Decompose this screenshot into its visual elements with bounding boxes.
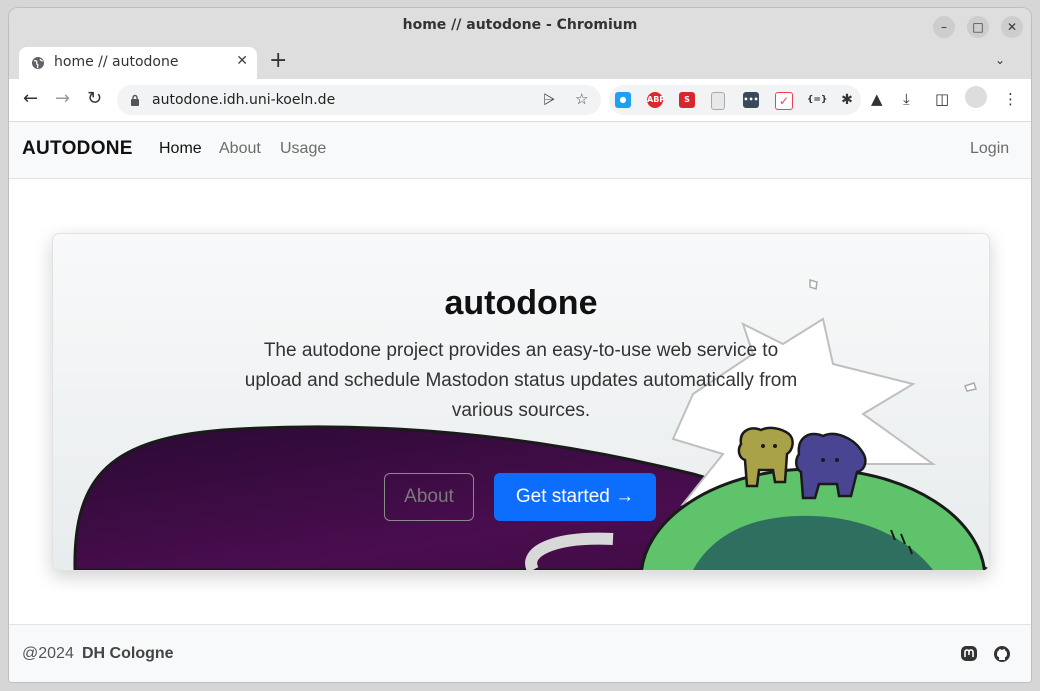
share-icon[interactable]: ⩥ — [543, 90, 555, 108]
mastodon-icon[interactable] — [960, 645, 978, 663]
brand-logo[interactable]: AUTODONE — [22, 138, 133, 160]
new-tab-button[interactable]: + — [269, 49, 287, 73]
get-started-button[interactable]: Get started → — [494, 473, 656, 521]
pocket-icon[interactable]: ✓ — [775, 92, 793, 110]
extensions-area: ● ABP S ••• ✓ {=} ✱ — [609, 85, 861, 115]
s-extension-icon[interactable]: S — [679, 92, 695, 108]
address-bar[interactable]: autodone.idh.uni-koeln.de ⩥ ☆ — [117, 85, 601, 115]
tab-home[interactable]: home // autodone ✕ — [19, 47, 257, 79]
title-bar: home // autodone - Chromium – □ ✕ — [9, 8, 1031, 45]
site-navbar: AUTODONE Home About Usage Login — [9, 122, 1031, 179]
document-extension-icon[interactable] — [711, 92, 725, 110]
back-button[interactable]: ← — [23, 89, 38, 109]
maximize-button[interactable]: □ — [967, 16, 989, 38]
url-text: autodone.idh.uni-koeln.de — [152, 92, 336, 108]
forward-button[interactable]: → — [55, 89, 70, 109]
side-panel-icon[interactable]: ◫ — [935, 90, 949, 108]
json-extension-icon[interactable]: {=} — [807, 92, 827, 108]
adblock-plus-icon[interactable]: ABP — [647, 92, 665, 108]
github-icon[interactable] — [993, 645, 1011, 663]
web-page: AUTODONE Home About Usage Login autodone… — [9, 122, 1031, 682]
tab-strip: home // autodone ✕ + ⌄ — [9, 45, 1031, 79]
browser-window: home // autodone - Chromium – □ ✕ home /… — [9, 8, 1031, 682]
org-name: DH Cologne — [82, 645, 174, 662]
dots-extension-icon[interactable]: ••• — [743, 92, 759, 108]
hero-card: autodone The autodone project provides a… — [52, 233, 990, 571]
hero-title: autodone — [444, 284, 598, 322]
nav-home[interactable]: Home — [159, 140, 202, 158]
lock-icon — [131, 94, 139, 106]
nav-usage[interactable]: Usage — [280, 140, 326, 158]
browser-toolbar: ← → ↻ autodone.idh.uni-koeln.de ⩥ ☆ ● AB… — [9, 79, 1031, 122]
login-link[interactable]: Login — [970, 140, 1009, 158]
menu-kebab-icon[interactable]: ⋮ — [1003, 90, 1018, 108]
debris-mark — [964, 382, 977, 392]
copyright-text: @2024 — [22, 645, 74, 662]
reload-button[interactable]: ↻ — [87, 89, 102, 109]
nav-about[interactable]: About — [219, 140, 261, 158]
about-button[interactable]: About — [384, 473, 474, 521]
download-icon[interactable]: ⤓ — [903, 90, 910, 108]
minimize-button[interactable]: – — [933, 16, 955, 38]
window-title: home // autodone - Chromium — [402, 17, 638, 33]
bookmark-star-icon[interactable]: ☆ — [575, 90, 588, 108]
globe-icon — [32, 57, 44, 69]
site-footer: @2024 DH Cologne — [9, 624, 1031, 682]
tab-title: home // autodone — [54, 54, 179, 70]
close-tab-icon[interactable]: ✕ — [236, 53, 248, 69]
tab-search-chevron-icon[interactable]: ⌄ — [995, 53, 1005, 67]
hero-description: The autodone project provides an easy-to… — [244, 340, 798, 421]
puzzle-icon[interactable]: ✱ — [839, 92, 855, 108]
profile-avatar-icon[interactable] — [965, 86, 987, 108]
twitter-extension-icon[interactable]: ● — [615, 92, 631, 108]
flask-icon[interactable]: ▲ — [871, 90, 883, 108]
close-window-button[interactable]: ✕ — [1001, 16, 1023, 38]
